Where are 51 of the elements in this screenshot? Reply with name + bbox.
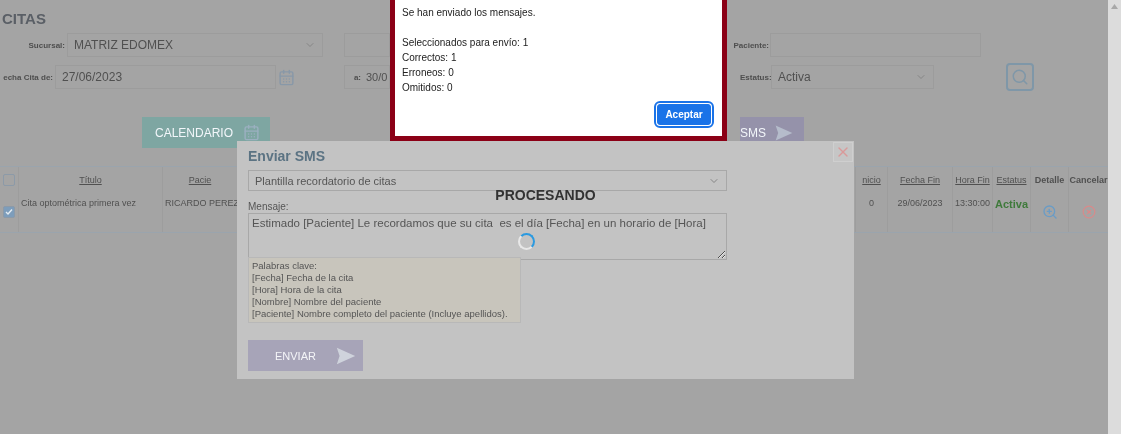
keyword-text: [Nombre] Nombre del paciente bbox=[252, 296, 383, 308]
field-label: Paciente: bbox=[733, 40, 769, 50]
accept-button[interactable]: Aceptar bbox=[657, 104, 711, 125]
checkbox[interactable] bbox=[3, 173, 15, 186]
close-button[interactable] bbox=[833, 142, 853, 162]
search-button[interactable] bbox=[1006, 63, 1034, 91]
field-label: Sucursal: bbox=[27, 40, 65, 50]
table-cell: Cita optométrica primera vez bbox=[18, 192, 162, 232]
column-header: Título bbox=[18, 167, 162, 192]
alert-message: Erroneos: 0 bbox=[402, 66, 455, 80]
keyword-text: [Fecha] Fecha de la cita bbox=[252, 272, 355, 284]
spinner-icon bbox=[518, 233, 535, 250]
field-label: echa Cita de: bbox=[2, 72, 53, 82]
input-field[interactable] bbox=[344, 33, 390, 57]
search-icon bbox=[1011, 68, 1029, 86]
status-select[interactable]: Activa bbox=[771, 65, 934, 89]
template-select[interactable]: Plantilla recordatorio de citas bbox=[248, 170, 727, 191]
field-label: a: bbox=[352, 72, 361, 82]
table-cell: Activa bbox=[992, 192, 1030, 232]
table-cell: 29/06/2023 bbox=[887, 192, 952, 232]
table-cell: 13:30:00 bbox=[952, 192, 992, 232]
checkbox[interactable] bbox=[3, 206, 15, 218]
field-label: Mensaje: bbox=[248, 201, 289, 212]
calendar-icon[interactable] bbox=[278, 68, 295, 86]
send-button[interactable]: ENVIAR bbox=[248, 340, 363, 371]
page-title: CITAS bbox=[2, 10, 46, 28]
date-field[interactable]: a: 30/0 bbox=[344, 65, 390, 89]
zoom-icon[interactable] bbox=[1041, 204, 1058, 220]
keyword-text: [Hora] Hora de la cita bbox=[252, 284, 343, 296]
dialog-title: Enviar SMS bbox=[248, 148, 326, 164]
keyword-text: Palabras clave: bbox=[252, 260, 318, 272]
scrollbar[interactable] bbox=[1108, 0, 1121, 434]
calendar-icon bbox=[243, 124, 261, 141]
cancel-icon[interactable] bbox=[1081, 205, 1096, 219]
alert-message: Omitidos: 0 bbox=[402, 81, 454, 95]
field-label: Estatus: bbox=[740, 72, 770, 82]
column-header: Fecha Fin bbox=[887, 167, 952, 192]
table-cell: 0 bbox=[855, 192, 887, 232]
branch-select[interactable]: MATRIZ EDOMEX bbox=[67, 33, 323, 57]
column-header: Detalle bbox=[1030, 167, 1068, 192]
arrow-up-icon[interactable] bbox=[1111, 4, 1118, 9]
keyword-text: [Paciente] Nombre completo del paciente (Incluye apellidos). bbox=[252, 308, 509, 320]
column-header: nicio bbox=[855, 167, 887, 192]
calendar-button[interactable]: CALENDARIO bbox=[142, 117, 271, 148]
alert-message: Correctos: 1 bbox=[402, 51, 458, 65]
date-field[interactable]: 27/06/2023 bbox=[55, 65, 276, 89]
alert-message: Seleccionados para envío: 1 bbox=[402, 36, 530, 50]
message-field[interactable]: Estimado [Paciente] Le recordamos que su cita es el día [Fecha] en un horario de [Hora] bbox=[248, 213, 727, 260]
alert-message: Se han enviado los mensajes. bbox=[402, 6, 537, 20]
column-header: Estatus bbox=[992, 167, 1030, 192]
column-header: Hora Fin bbox=[952, 167, 992, 192]
